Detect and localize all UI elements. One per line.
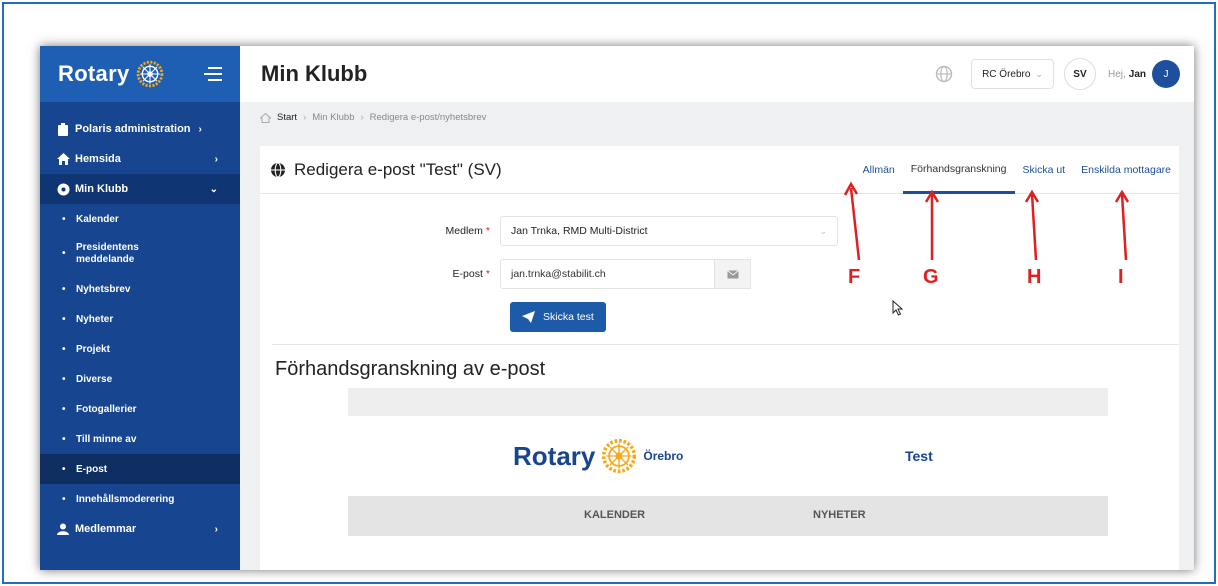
annotation-arrow-i [1120,193,1128,261]
screenshot-frame: Rotary Polaris administration › Hemsida … [2,2,1216,584]
annotation-arrow-h [1030,193,1038,261]
annotation-arrow-f [849,187,861,261]
annotation-f: F [848,266,861,288]
annotation-g: G [923,266,939,288]
mouse-cursor-icon [892,300,904,316]
annotation-arrows [843,181,1130,261]
annotation-h: H [1027,266,1042,288]
annotation-i: I [1118,266,1124,288]
